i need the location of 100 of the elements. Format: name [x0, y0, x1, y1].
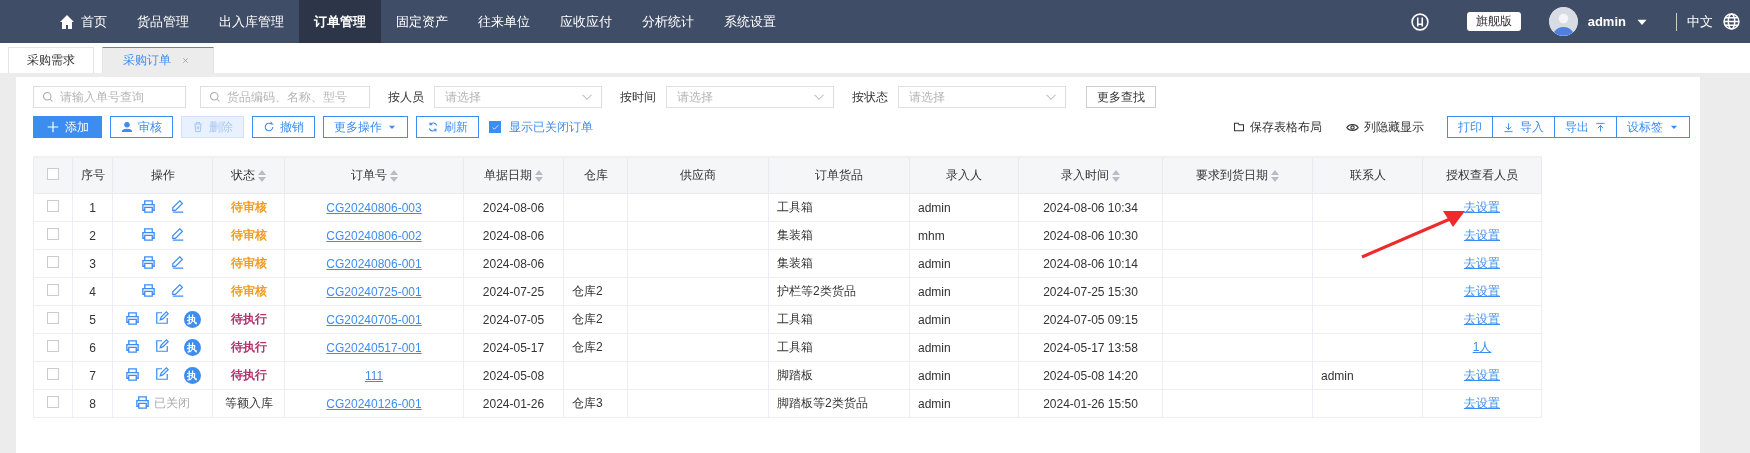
checkbox[interactable]	[47, 368, 59, 380]
toolbar-button[interactable]: 打印	[1447, 116, 1493, 138]
toolbar-button[interactable]: 添加	[33, 116, 102, 138]
language-label[interactable]: 中文	[1687, 12, 1713, 31]
table-cell: 仓库2	[572, 340, 603, 354]
home-icon	[59, 13, 75, 30]
filter-label: 按时间	[620, 88, 656, 106]
auth-link[interactable]: 去设置	[1464, 312, 1500, 326]
search-field[interactable]: 货品编码、名称、型号	[200, 86, 370, 108]
edit-icon	[154, 311, 169, 325]
auth-link[interactable]: 去设置	[1464, 396, 1500, 410]
nav-item[interactable]: 出入库管理	[204, 0, 299, 43]
closed-label: 已关闭	[154, 395, 190, 412]
checkbox[interactable]	[47, 340, 59, 352]
nav-item[interactable]: 系统设置	[709, 0, 791, 43]
table-cell: 2024-07-05 09:15	[1043, 312, 1138, 327]
select-field[interactable]: 请选择	[434, 86, 602, 108]
auth-link[interactable]: 去设置	[1464, 284, 1500, 298]
checkbox[interactable]	[47, 200, 59, 212]
status-text: 待审核	[230, 200, 267, 214]
checkbox[interactable]	[47, 168, 59, 180]
checkbox[interactable]	[47, 312, 59, 324]
toolbar-button[interactable]: 导入	[1492, 116, 1555, 138]
auth-link[interactable]: 去设置	[1464, 256, 1500, 270]
execute-button[interactable]: 执	[183, 339, 201, 356]
checkbox[interactable]	[47, 256, 59, 268]
order-link[interactable]: 111	[364, 368, 384, 383]
nav-item[interactable]: 固定资产	[381, 0, 463, 43]
auth-link[interactable]: 1人	[1472, 340, 1492, 354]
nav-item[interactable]: 首页	[44, 0, 122, 43]
table-cell: admin	[918, 396, 951, 411]
row-number: 3	[89, 256, 96, 271]
edit-button[interactable]	[170, 283, 185, 300]
execute-button[interactable]: 执	[183, 367, 201, 384]
toolbar-button[interactable]: 更多操作	[323, 116, 408, 138]
edit-button[interactable]	[170, 199, 185, 216]
column-header: 录入时间	[1061, 168, 1109, 182]
sort-icon[interactable]	[535, 169, 543, 182]
filter-label: 按人员	[388, 88, 424, 106]
execute-button[interactable]: 执	[183, 311, 201, 328]
user-icon	[121, 121, 133, 133]
page-tab[interactable]: 采购订单	[102, 47, 214, 73]
checkbox[interactable]	[489, 121, 501, 133]
table-cell: 集装箱	[777, 256, 813, 270]
table-cell: mhm	[918, 228, 945, 243]
printer-icon	[140, 198, 156, 214]
table-cell: admin	[918, 284, 951, 299]
table-cell: 工具箱	[777, 200, 813, 214]
toolbar-button[interactable]: 刷新	[416, 116, 479, 138]
auth-link[interactable]: 去设置	[1464, 200, 1500, 214]
checkbox[interactable]	[47, 396, 59, 408]
sort-icon[interactable]	[1271, 169, 1279, 182]
status-text: 待执行	[230, 368, 267, 382]
sort-icon[interactable]	[389, 169, 398, 182]
table-cell: 工具箱	[777, 312, 813, 326]
upload-icon	[1595, 121, 1606, 133]
nav-item[interactable]: 货品管理	[122, 0, 204, 43]
toolbar-button[interactable]: 导出	[1554, 116, 1617, 138]
download-icon	[1503, 121, 1514, 133]
sort-icon[interactable]	[258, 169, 266, 182]
printer-icon	[124, 366, 140, 382]
nav-item[interactable]: 应收应付	[545, 0, 627, 43]
select-field[interactable]: 请选择	[666, 86, 834, 108]
table-cell: admin	[918, 312, 951, 327]
column-header: 操作	[150, 168, 175, 182]
auth-link[interactable]: 去设置	[1464, 368, 1500, 382]
avatar-icon[interactable]	[1548, 7, 1578, 36]
table-cell: 2024-07-05	[482, 312, 545, 327]
column-header: 仓库	[583, 168, 608, 182]
printer-icon	[135, 394, 150, 410]
toolbar-link[interactable]: 列隐藏显示	[1346, 118, 1424, 136]
checkbox[interactable]	[47, 284, 59, 296]
nav-item[interactable]: 订单管理	[299, 0, 381, 43]
status-text: 待执行	[230, 340, 267, 354]
table-cell: 2024-08-06 10:30	[1043, 228, 1138, 243]
toolbar-button[interactable]: 审核	[110, 116, 173, 138]
select-field[interactable]: 请选择	[898, 86, 1066, 108]
table-cell: 脚踏板	[777, 368, 813, 382]
toolbar-button[interactable]: 撤销	[252, 116, 315, 138]
table-cell: 集装箱	[777, 228, 813, 242]
sort-icon[interactable]	[1112, 169, 1120, 182]
edit-button[interactable]	[170, 227, 185, 244]
edit-icon	[154, 339, 169, 353]
edit-button[interactable]	[170, 255, 185, 272]
printer-icon	[140, 226, 156, 242]
nav-item[interactable]: 分析统计	[627, 0, 709, 43]
more-search-button[interactable]: 更多查找	[1086, 86, 1156, 108]
table-cell: 2024-08-06 10:34	[1043, 200, 1138, 215]
auth-link[interactable]: 去设置	[1464, 228, 1500, 242]
toolbar-link[interactable]: 保存表格布局	[1233, 118, 1322, 136]
page-tab[interactable]: 采购需求	[8, 47, 94, 73]
nav-item[interactable]: 往来单位	[463, 0, 545, 43]
toolbar-button[interactable]: 设标签	[1616, 116, 1690, 138]
table-cell: admin	[918, 368, 951, 383]
table-cell: 工具箱	[777, 340, 813, 354]
user-name[interactable]: admin	[1587, 14, 1626, 29]
search-field[interactable]: 请输入单号查询	[33, 86, 186, 108]
table-cell: 2024-08-06 10:14	[1043, 256, 1138, 271]
edit-icon	[154, 367, 169, 381]
checkbox[interactable]	[47, 228, 59, 240]
